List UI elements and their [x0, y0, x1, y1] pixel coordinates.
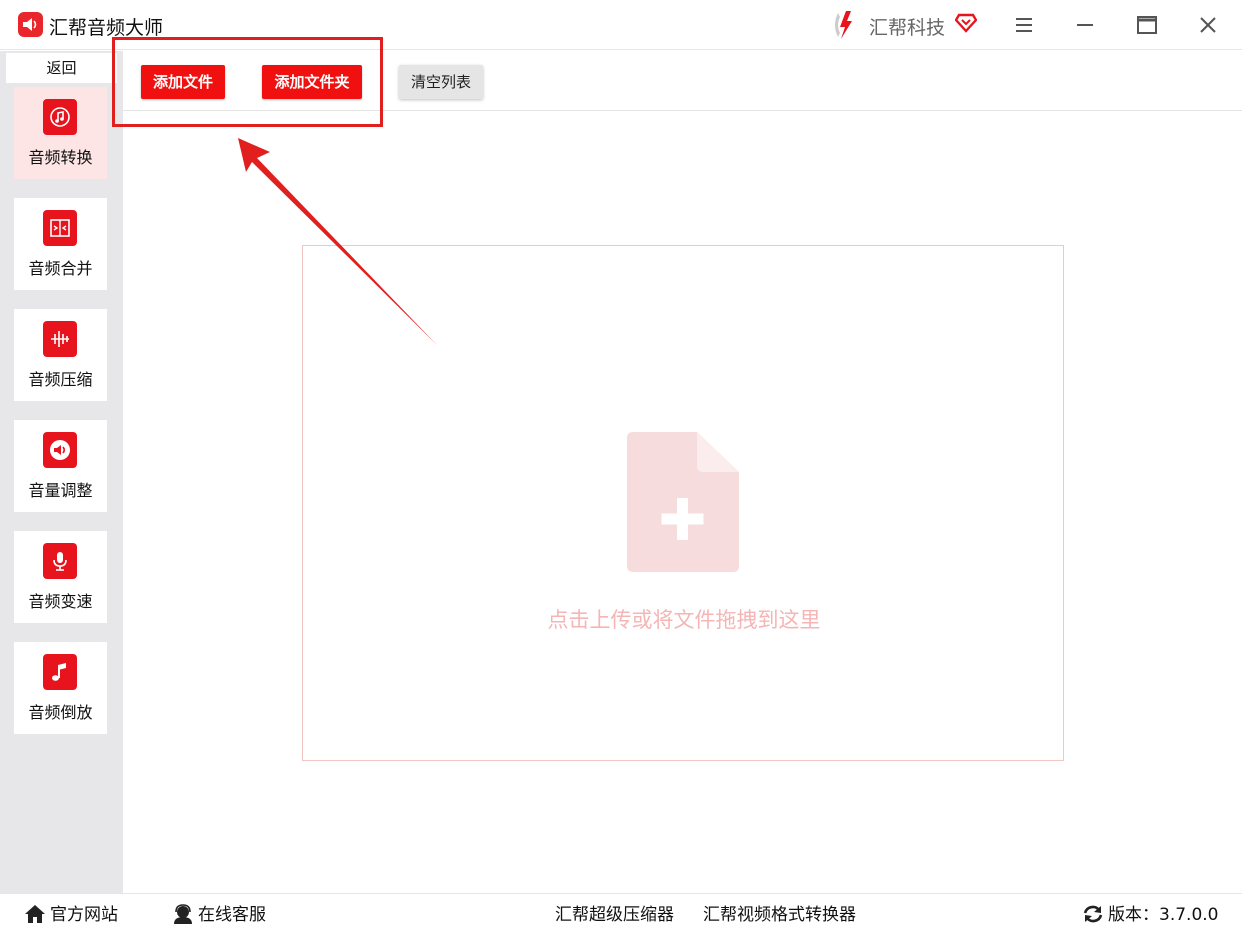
sidebar-item-label: 音频压缩 [28, 370, 93, 389]
annotation-highlight-box [112, 37, 383, 127]
audio-reverse-icon [43, 654, 77, 690]
file-add-icon [627, 432, 739, 572]
customer-service-icon [174, 904, 192, 924]
sidebar-item-label: 音频倒放 [28, 703, 93, 722]
audio-convert-icon [43, 99, 77, 135]
vip-diamond-icon[interactable] [955, 11, 977, 33]
sidebar: 返回 音频转换 音频合并 音频压缩 音量调整 音频变速 音频倒放 [0, 51, 123, 893]
maximize-icon[interactable] [1134, 12, 1160, 38]
close-icon[interactable] [1195, 12, 1221, 38]
file-drop-zone[interactable]: 点击上传或将文件拖拽到这里 [302, 245, 1064, 761]
sidebar-item-audio-merge[interactable]: 音频合并 [14, 198, 107, 290]
home-icon [25, 905, 45, 923]
official-site-link[interactable]: 官方网站 [24, 903, 118, 927]
audio-merge-icon [43, 210, 77, 246]
refresh-icon [1083, 905, 1103, 923]
sidebar-item-volume-adjust[interactable]: 音量调整 [14, 420, 107, 512]
clear-list-button[interactable]: 清空列表 [399, 65, 483, 99]
version-info[interactable]: 版本：3.7.0.0 [1082, 903, 1218, 927]
sidebar-item-label: 音量调整 [28, 481, 93, 500]
sidebar-item-audio-speed[interactable]: 音频变速 [14, 531, 107, 623]
sidebar-item-audio-compress[interactable]: 音频压缩 [14, 309, 107, 401]
minimize-icon[interactable] [1072, 12, 1098, 38]
audio-compress-icon [43, 321, 77, 357]
official-site-label: 官方网站 [50, 905, 118, 925]
sidebar-item-audio-reverse[interactable]: 音频倒放 [14, 642, 107, 734]
sidebar-item-label: 音频合并 [28, 259, 93, 278]
sidebar-item-label: 音频转换 [28, 148, 93, 167]
audio-speed-icon [43, 543, 77, 579]
video-converter-link[interactable]: 汇帮视频格式转换器 [703, 903, 856, 927]
super-compressor-link[interactable]: 汇帮超级压缩器 [555, 903, 674, 927]
online-service-link[interactable]: 在线客服 [172, 903, 266, 927]
app-logo-icon [18, 12, 43, 37]
sidebar-item-label: 音频变速 [28, 592, 93, 611]
brand-name: 汇帮科技 [869, 17, 946, 39]
brand-logo-icon [835, 11, 852, 39]
menu-icon[interactable] [1011, 12, 1037, 38]
online-service-label: 在线客服 [198, 905, 266, 925]
footer-bar: 官方网站 在线客服 汇帮超级压缩器 汇帮视频格式转换器 版本：3.7.0.0 [0, 893, 1242, 934]
drop-hint-text: 点击上传或将文件拖拽到这里 [547, 608, 821, 632]
volume-adjust-icon [43, 432, 77, 468]
version-label: 版本：3.7.0.0 [1108, 905, 1219, 925]
sidebar-item-audio-convert[interactable]: 音频转换 [14, 87, 107, 179]
back-button[interactable]: 返回 [6, 53, 117, 83]
app-title: 汇帮音频大师 [49, 17, 164, 39]
